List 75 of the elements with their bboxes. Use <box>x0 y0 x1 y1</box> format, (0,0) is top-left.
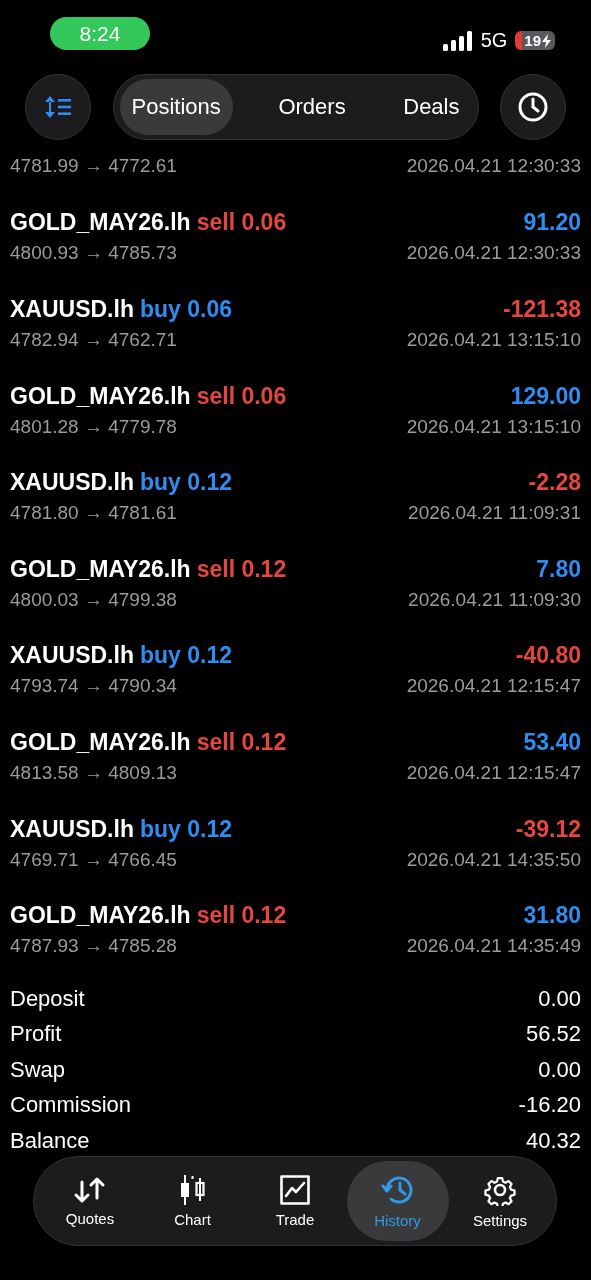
summary-value: 0.00 <box>538 985 581 1012</box>
deal-side: sell 0.12 <box>196 555 287 583</box>
deal-symbol: XAUUSD.lh <box>10 815 134 843</box>
deal-time: 2026.04.21 12:30:33 <box>406 155 581 178</box>
deal-prices: 4782.94 → 4762.71 <box>10 329 177 351</box>
summary-label: Swap <box>10 1056 66 1083</box>
deal-time: 2026.04.21 12:15:47 <box>406 675 581 698</box>
network-label: 5G <box>480 29 508 52</box>
deal-time: 2026.04.21 14:35:49 <box>406 935 581 958</box>
deal-prices: 4787.93 → 4785.28 <box>10 935 177 958</box>
summary-label: Commission <box>10 1092 132 1119</box>
deal-prices: 4801.28 → 4779.78 <box>10 415 177 438</box>
sort-icon <box>44 95 72 119</box>
deal-time: 2026.04.21 14:35:50 <box>406 848 581 871</box>
summary-value: 0.00 <box>538 1056 581 1083</box>
deal-time: 2026.04.21 12:15:47 <box>406 761 581 784</box>
segment-tab[interactable]: Orders <box>266 79 358 135</box>
deal-time: 2026.04.21 11:09:30 <box>408 588 581 611</box>
deal-symbol: GOLD_MAY26.lh <box>10 382 191 410</box>
deal-side: buy 0.12 <box>139 815 232 843</box>
deal-symbol: GOLD_MAY26.lh <box>10 728 191 756</box>
deal-time: 2026.04.21 13:15:10 <box>406 329 581 351</box>
summary-label: Deposit <box>10 985 85 1012</box>
deal-symbol: GOLD_MAY26.lh <box>10 902 191 930</box>
deal-side: sell 0.06 <box>196 209 287 237</box>
deal-time: 2026.04.21 11:09:31 <box>408 502 581 525</box>
deal-symbol: XAUUSD.lh <box>10 642 134 670</box>
deal-symbol: GOLD_MAY26.lh <box>10 555 191 583</box>
status-time: 8:24 <box>50 17 150 50</box>
deal-time: 2026.04.21 12:30:33 <box>406 242 581 265</box>
deal-prices: 4769.71 → 4766.45 <box>10 848 177 871</box>
clock-icon <box>517 91 549 123</box>
deal-time: 2026.04.21 13:15:10 <box>406 415 581 438</box>
deal-profit: -39.12 <box>515 815 581 843</box>
summary-value: -16.20 <box>518 1092 581 1119</box>
deal-symbol: GOLD_MAY26.lh <box>10 209 191 237</box>
summary-label: Balance <box>10 1127 90 1154</box>
deal-prices: 4793.74 → 4790.34 <box>10 675 177 698</box>
deal-side: buy 0.06 <box>139 296 232 323</box>
battery-level: 19 <box>515 31 555 50</box>
deal-profit: 53.40 <box>523 728 581 756</box>
deal-prices: 4800.93 → 4785.73 <box>10 242 177 265</box>
candlestick-icon <box>179 1174 206 1205</box>
deal-profit: 31.80 <box>523 902 581 930</box>
segment-tab[interactable]: Positions <box>119 79 233 135</box>
arrows-icon <box>73 1175 107 1204</box>
deal-side: sell 0.06 <box>196 382 287 410</box>
deal-profit: 129.00 <box>510 382 581 410</box>
summary-label: Profit <box>10 1021 62 1048</box>
tab-bar-item[interactable]: Trade <box>244 1161 346 1241</box>
deal-profit: -2.28 <box>528 469 581 497</box>
deal-prices: 4781.99 → 4772.61 <box>10 155 177 178</box>
tab-bar-item[interactable]: Chart <box>141 1161 244 1241</box>
deal-prices: 4800.03 → 4799.38 <box>10 588 177 611</box>
deal-side: buy 0.12 <box>139 469 232 497</box>
deal-side: sell 0.12 <box>196 902 287 930</box>
tab-bar-item[interactable]: Settings <box>449 1161 551 1241</box>
deal-symbol: XAUUSD.lh <box>10 296 134 323</box>
deal-side: buy 0.12 <box>139 642 232 670</box>
deal-prices: 4781.80 → 4781.61 <box>10 502 177 525</box>
summary-value: 56.52 <box>525 1021 581 1048</box>
deal-side: sell 0.12 <box>196 728 287 756</box>
deal-profit: 7.80 <box>536 555 581 583</box>
summary-value: 40.32 <box>525 1127 581 1154</box>
signal-icon <box>442 30 473 51</box>
segment-tab[interactable]: Deals <box>391 79 472 135</box>
charging-bolt-icon <box>542 33 551 48</box>
deal-profit: -121.38 <box>503 296 581 323</box>
deal-profit: 91.20 <box>523 209 581 237</box>
line-chart-icon <box>280 1174 310 1205</box>
tab-bar-item[interactable]: History <box>346 1161 449 1241</box>
deal-prices: 4813.58 → 4809.13 <box>10 761 177 784</box>
deal-symbol: XAUUSD.lh <box>10 469 134 497</box>
tab-bar-item[interactable]: Quotes <box>39 1161 141 1241</box>
deal-profit: -40.80 <box>515 642 581 670</box>
